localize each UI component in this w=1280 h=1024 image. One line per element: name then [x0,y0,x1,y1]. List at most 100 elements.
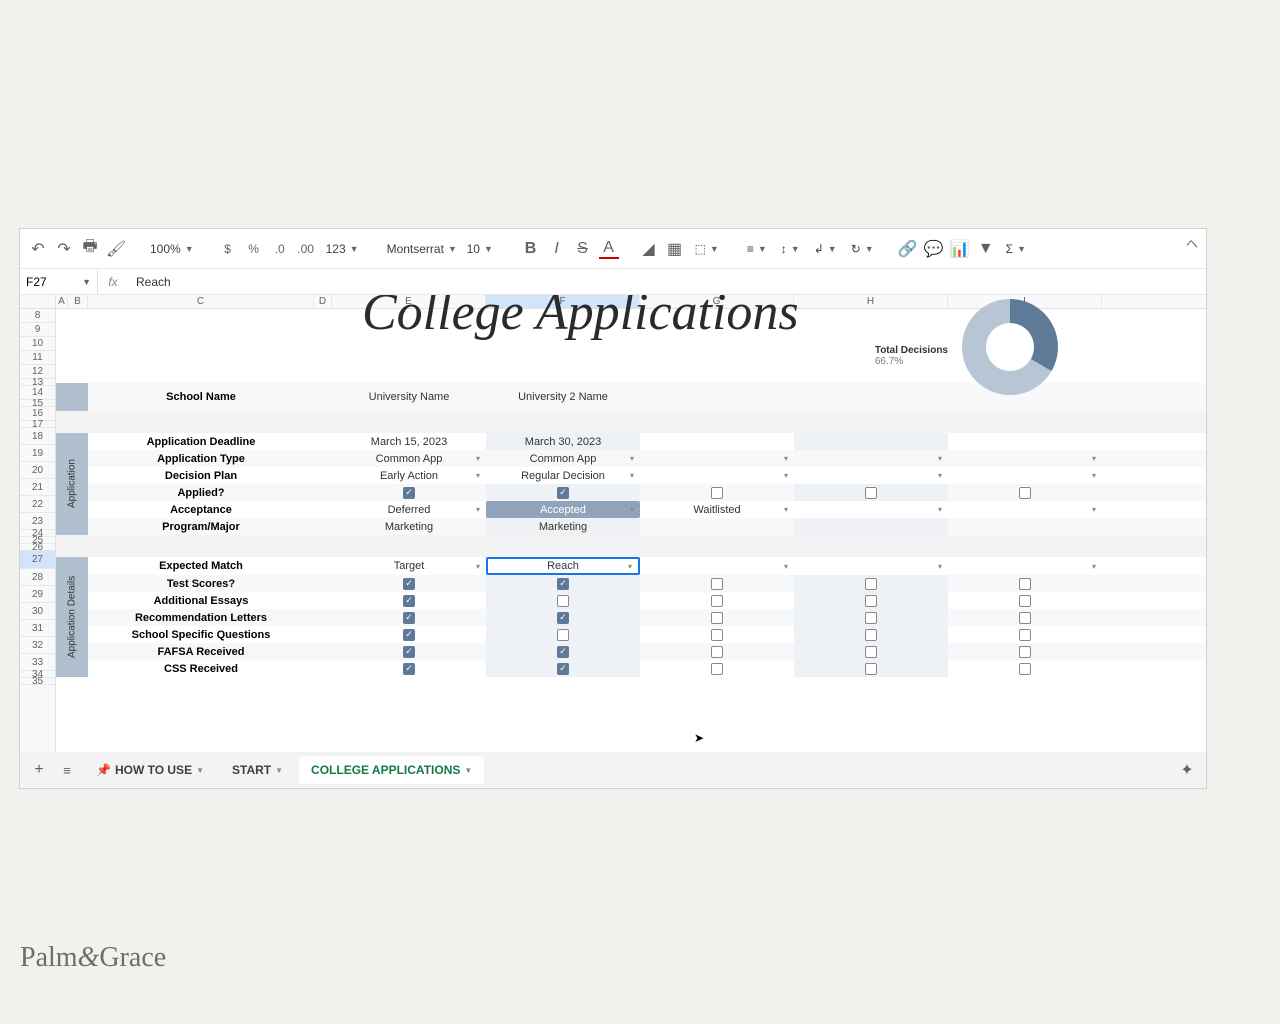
italic-button[interactable]: I [547,239,567,259]
checkbox[interactable]: ✓ [557,578,569,590]
data-cell[interactable]: Marketing [486,518,640,535]
data-cell[interactable] [486,626,640,643]
bold-button[interactable]: B [521,239,541,259]
data-cell[interactable] [794,450,948,467]
undo-icon[interactable]: ↶ [28,239,48,259]
row-header-35[interactable]: 35 [20,678,55,685]
data-cell[interactable] [948,626,1102,643]
data-cell[interactable] [640,484,794,501]
sheet-tab[interactable]: START▼ [220,756,295,784]
checkbox[interactable] [711,663,723,675]
percent-button[interactable]: % [244,239,264,259]
row-header-9[interactable]: 9 [20,323,55,337]
data-cell[interactable] [948,592,1102,609]
checkbox[interactable]: ✓ [557,646,569,658]
row-header-21[interactable]: 21 [20,479,55,496]
col-university-2[interactable]: University 2 Name [486,383,640,411]
data-cell[interactable] [794,660,948,677]
data-cell[interactable] [794,518,948,535]
checkbox[interactable] [865,487,877,499]
font-size-dropdown[interactable]: 10▼ [463,242,501,256]
link-icon[interactable]: 🔗 [898,239,918,259]
row-header-22[interactable]: 22 [20,496,55,513]
data-cell[interactable]: ✓ [486,484,640,501]
data-cell[interactable] [794,609,948,626]
checkbox[interactable]: ✓ [557,612,569,624]
font-dropdown[interactable]: Montserrat▼ [383,242,457,256]
checkbox[interactable]: ✓ [403,612,415,624]
data-cell[interactable] [948,557,1102,575]
data-cell[interactable] [948,501,1102,518]
data-cell[interactable]: Early Action [332,467,486,484]
data-cell[interactable] [948,450,1102,467]
borders-button[interactable]: ▦ [665,239,685,259]
data-cell[interactable] [948,660,1102,677]
rotate-button[interactable]: ↻▼ [847,242,878,256]
data-cell[interactable] [948,433,1102,450]
checkbox[interactable] [711,487,723,499]
data-cell[interactable]: Deferred [332,501,486,518]
sheet-tab[interactable]: 📌HOW TO USE▼ [84,756,216,784]
col-header-d[interactable]: D [314,295,332,308]
checkbox[interactable] [1019,629,1031,641]
row-header-31[interactable]: 31 [20,620,55,637]
data-cell[interactable] [640,467,794,484]
filter-icon[interactable]: ▼ [976,239,996,259]
format-dropdown[interactable]: 123▼ [322,242,363,256]
functions-button[interactable]: Σ▼ [1002,242,1030,256]
data-cell[interactable]: Accepted [486,501,640,518]
data-cell[interactable]: ✓ [486,575,640,592]
row-header-32[interactable]: 32 [20,637,55,654]
data-cell[interactable] [640,557,794,575]
checkbox[interactable] [1019,487,1031,499]
checkbox[interactable]: ✓ [403,646,415,658]
data-cell[interactable]: ✓ [332,575,486,592]
data-cell[interactable] [948,467,1102,484]
checkbox[interactable] [557,595,569,607]
collapse-toolbar-icon[interactable]: ヘ [1186,235,1198,252]
checkbox[interactable] [1019,612,1031,624]
checkbox[interactable]: ✓ [403,595,415,607]
comment-icon[interactable]: 💬 [924,239,944,259]
col-university-1[interactable]: University Name [332,383,486,411]
checkbox[interactable] [1019,595,1031,607]
row-header-20[interactable]: 20 [20,462,55,479]
data-cell[interactable]: Common App [486,450,640,467]
add-sheet-button[interactable]: + [28,759,50,781]
data-cell[interactable] [640,660,794,677]
col-university-4[interactable] [794,383,948,411]
data-cell[interactable] [794,643,948,660]
data-cell[interactable] [794,575,948,592]
data-cell[interactable] [640,626,794,643]
checkbox[interactable] [865,595,877,607]
data-cell[interactable] [794,467,948,484]
row-header-11[interactable]: 11 [20,351,55,365]
col-header-h[interactable]: H [794,295,948,308]
data-cell[interactable] [640,433,794,450]
checkbox[interactable] [711,612,723,624]
data-cell[interactable]: ✓ [332,609,486,626]
data-cell[interactable]: Reach [486,557,640,575]
col-header-b[interactable]: B [68,295,88,308]
data-cell[interactable]: ✓ [332,626,486,643]
data-cell[interactable] [948,518,1102,535]
strikethrough-button[interactable]: S [573,239,593,259]
checkbox[interactable] [711,578,723,590]
data-cell[interactable] [794,557,948,575]
data-cell[interactable] [794,501,948,518]
row-header-19[interactable]: 19 [20,445,55,462]
fill-color-button[interactable]: ◢ [639,239,659,259]
data-cell[interactable] [640,518,794,535]
name-box[interactable]: F27▼ [20,269,98,294]
checkbox[interactable] [1019,663,1031,675]
redo-icon[interactable]: ↷ [54,239,74,259]
data-cell[interactable] [640,592,794,609]
h-align-button[interactable]: ≡▼ [743,242,771,256]
data-cell[interactable] [948,575,1102,592]
row-header-29[interactable]: 29 [20,586,55,603]
row-header-28[interactable]: 28 [20,569,55,586]
paint-format-icon[interactable]: 🖌 [106,239,126,259]
checkbox[interactable] [865,629,877,641]
chart-icon[interactable]: 📊 [950,239,970,259]
row-header-30[interactable]: 30 [20,603,55,620]
